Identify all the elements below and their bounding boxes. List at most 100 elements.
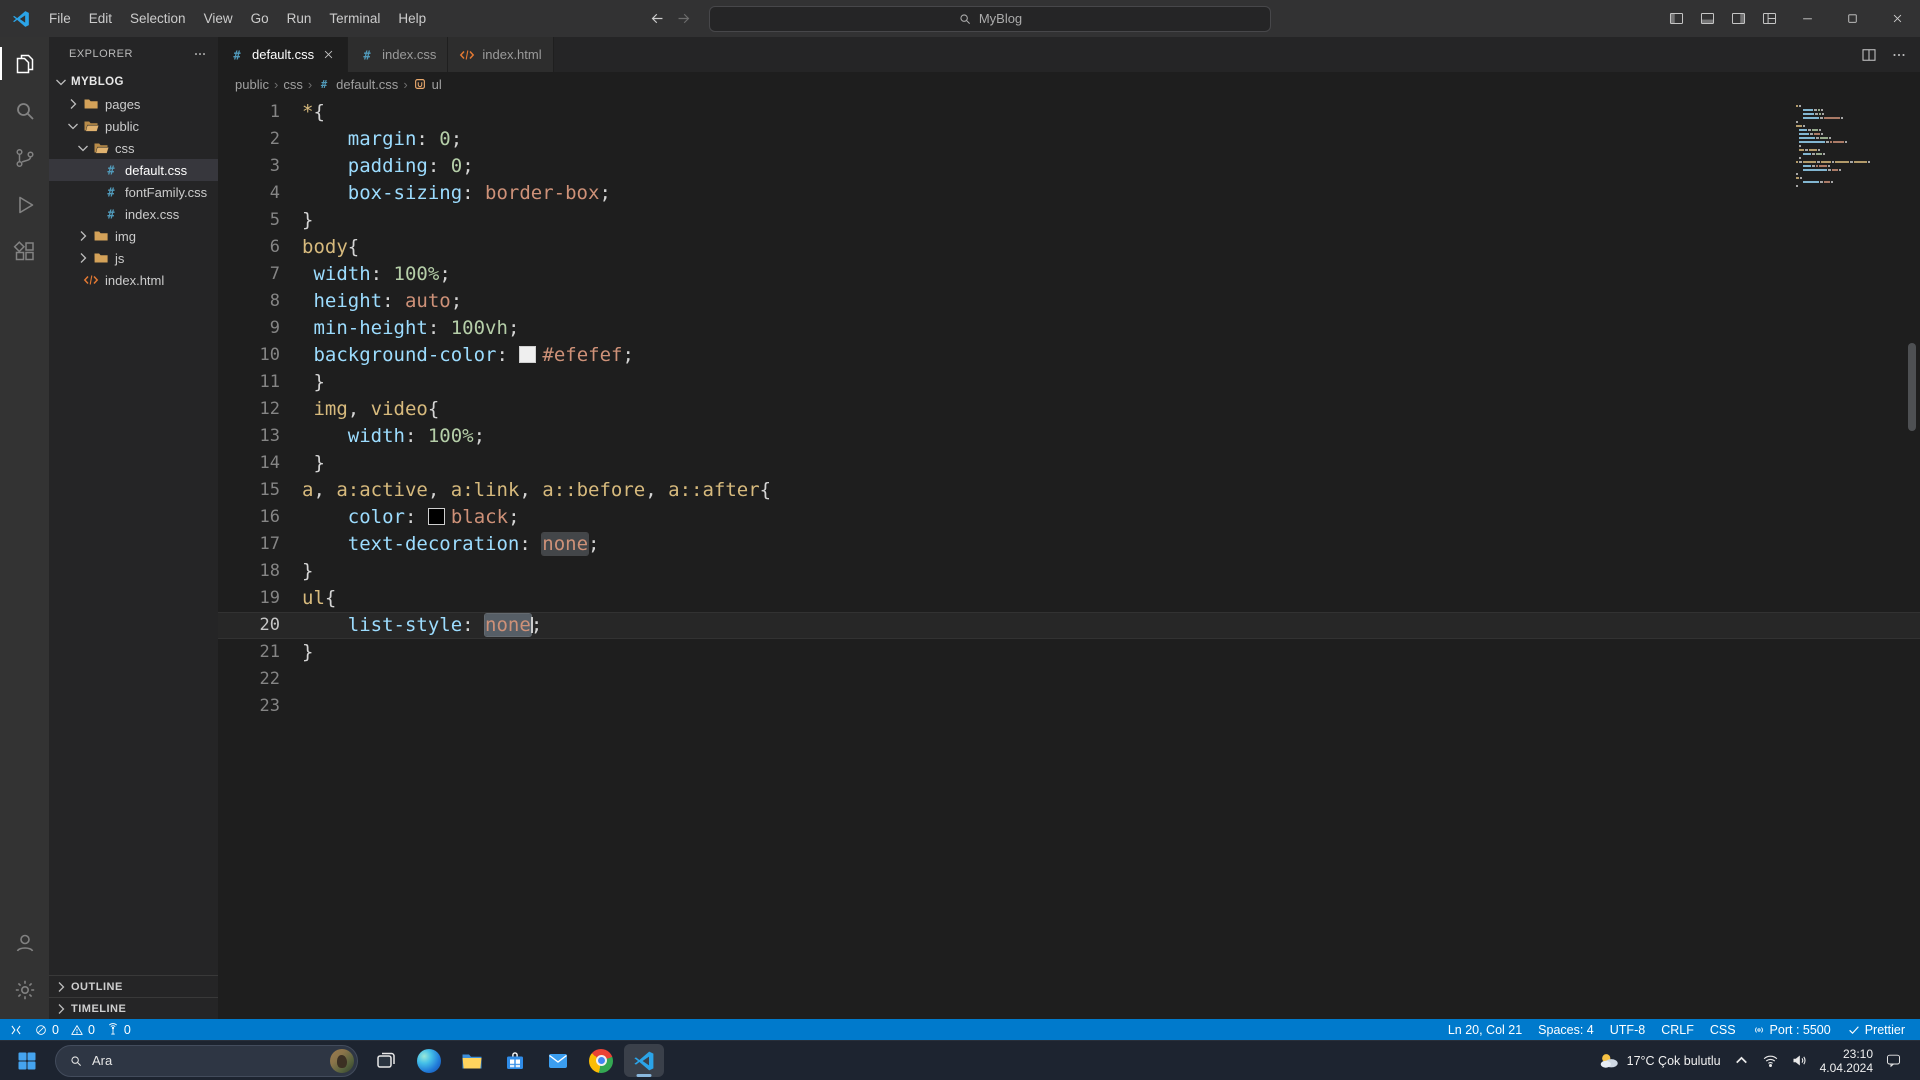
minimap[interactable] (1796, 105, 1870, 197)
back-arrow-icon[interactable] (649, 10, 666, 27)
menu-view[interactable]: View (195, 0, 242, 37)
code-line-7[interactable]: 7 width: 100%; (218, 261, 1920, 288)
taskbar-microsoft-store[interactable] (495, 1044, 535, 1077)
code-line-10[interactable]: 10 background-color: #efefef; (218, 342, 1920, 369)
forward-arrow-icon[interactable] (675, 10, 692, 27)
hidden-icons-chevron[interactable] (1733, 1052, 1750, 1069)
code-line-15[interactable]: 15 a, a:active, a:link, a::before, a::aft… (218, 477, 1920, 504)
timeline-section[interactable]: TIMELINE (49, 997, 218, 1019)
start-button[interactable] (7, 1044, 47, 1077)
project-root[interactable]: MYBLOG (49, 71, 218, 93)
search-highlight-image[interactable] (330, 1048, 354, 1073)
activity-search[interactable] (0, 87, 49, 134)
scrollbar-slider[interactable] (1908, 343, 1916, 431)
wifi-icon[interactable] (1762, 1052, 1779, 1069)
minimize-button[interactable] (1785, 0, 1830, 37)
menu-help[interactable]: Help (389, 0, 435, 37)
code-line-11[interactable]: 11 } (218, 369, 1920, 396)
breadcrumb-item-ul[interactable]: ul (413, 77, 442, 92)
breadcrumb-item-default-css[interactable]: # default.css (317, 77, 398, 92)
code-line-22[interactable]: 22 (218, 666, 1920, 693)
code-area[interactable]: 1 *{2 margin: 0; 3 padding: 0; 4 box-sizing… (218, 96, 1920, 1019)
code-line-20[interactable]: 20 list-style: none; (218, 612, 1920, 639)
tree-item-img[interactable]: img (49, 225, 218, 247)
status-eol[interactable]: CRLF (1661, 1023, 1694, 1037)
toggle-secondary-sidebar-icon[interactable] (1723, 0, 1754, 37)
code-line-6[interactable]: 6 body{ (218, 234, 1920, 261)
code-line-5[interactable]: 5} (218, 207, 1920, 234)
taskbar-mail[interactable] (538, 1044, 578, 1077)
code-line-14[interactable]: 14 } (218, 450, 1920, 477)
tab-index-html[interactable]: index.html (448, 37, 554, 72)
taskbar-clock[interactable]: 23:10 4.04.2024 (1820, 1047, 1873, 1075)
explorer-more-icon[interactable] (192, 46, 208, 62)
menu-run[interactable]: Run (278, 0, 321, 37)
notification-icon[interactable] (1885, 1052, 1902, 1069)
taskbar-task-view[interactable] (366, 1044, 406, 1077)
taskbar-chrome[interactable] (581, 1044, 621, 1077)
taskbar-edge[interactable] (409, 1044, 449, 1077)
menu-selection[interactable]: Selection (121, 0, 195, 37)
code-line-3[interactable]: 3 padding: 0; (218, 153, 1920, 180)
volume-icon[interactable] (1791, 1052, 1808, 1069)
close-tab-icon[interactable] (321, 47, 336, 62)
code-line-9[interactable]: 9 min-height: 100vh; (218, 315, 1920, 342)
tab-index-css[interactable]: # index.css (348, 37, 449, 72)
status-live-server-port[interactable]: Port : 5500 (1752, 1023, 1831, 1037)
tree-item-css[interactable]: css (49, 137, 218, 159)
menu-file[interactable]: File (40, 0, 80, 37)
code-line-18[interactable]: 18} (218, 558, 1920, 585)
tree-item-index-css[interactable]: # index.css (49, 203, 218, 225)
close-button[interactable] (1875, 0, 1920, 37)
activity-source-control[interactable] (0, 134, 49, 181)
tab-default-css[interactable]: # default.css (218, 37, 349, 72)
code-line-17[interactable]: 17 text-decoration: none; (218, 531, 1920, 558)
code-line-23[interactable]: 23 (218, 693, 1920, 720)
tree-item-default-css[interactable]: # default.css (49, 159, 218, 181)
status-encoding[interactable]: UTF-8 (1610, 1023, 1645, 1037)
taskbar-vscode[interactable] (624, 1044, 664, 1077)
status-errors[interactable]: 0 (34, 1023, 59, 1037)
activity-settings[interactable] (0, 966, 49, 1013)
status-prettier[interactable]: Prettier (1847, 1023, 1905, 1037)
status-indentation[interactable]: Spaces: 4 (1538, 1023, 1594, 1037)
status-ports[interactable]: 0 (106, 1023, 131, 1037)
tree-item-public[interactable]: public (49, 115, 218, 137)
code-line-2[interactable]: 2 margin: 0; (218, 126, 1920, 153)
activity-explorer[interactable] (0, 40, 49, 87)
tree-item-pages[interactable]: pages (49, 93, 218, 115)
outline-section[interactable]: OUTLINE (49, 975, 218, 997)
code-line-1[interactable]: 1 *{ (218, 99, 1920, 126)
code-line-16[interactable]: 16 color: black; (218, 504, 1920, 531)
status-language-mode[interactable]: CSS (1710, 1023, 1736, 1037)
code-line-19[interactable]: 19 ul{ (218, 585, 1920, 612)
activity-extensions[interactable] (0, 228, 49, 275)
tree-item-js[interactable]: js (49, 247, 218, 269)
weather-widget[interactable]: 17°C Çok bulutlu (1598, 1050, 1721, 1072)
tree-item-index-html[interactable]: index.html (49, 269, 218, 291)
status-warnings[interactable]: 0 (70, 1023, 95, 1037)
command-center-search[interactable]: MyBlog (709, 5, 1271, 32)
menu-terminal[interactable]: Terminal (320, 0, 389, 37)
code-line-8[interactable]: 8 height: auto; (218, 288, 1920, 315)
code-line-4[interactable]: 4 box-sizing: border-box; (218, 180, 1920, 207)
activity-run-and-debug[interactable] (0, 181, 49, 228)
toggle-sidebar-icon[interactable] (1661, 0, 1692, 37)
breadcrumb-item-css[interactable]: css (283, 77, 303, 92)
menu-go[interactable]: Go (242, 0, 278, 37)
code-line-13[interactable]: 13 width: 100%; (218, 423, 1920, 450)
breadcrumb-item-public[interactable]: public (235, 77, 269, 92)
status-cursor-position[interactable]: Ln 20, Col 21 (1448, 1023, 1522, 1037)
activity-accounts[interactable] (0, 919, 49, 966)
code-line-12[interactable]: 12 img, video{ (218, 396, 1920, 423)
customize-layout-icon[interactable] (1754, 0, 1785, 37)
split-editor-icon[interactable] (1860, 46, 1878, 64)
taskbar-search[interactable]: Ara (55, 1044, 358, 1077)
code-line-21[interactable]: 21} (218, 639, 1920, 666)
tree-item-fontfamily-css[interactable]: # fontFamily.css (49, 181, 218, 203)
more-actions-icon[interactable] (1890, 46, 1908, 64)
toggle-panel-icon[interactable] (1692, 0, 1723, 37)
taskbar-file-explorer[interactable] (452, 1044, 492, 1077)
status-remote[interactable] (9, 1023, 23, 1037)
menu-edit[interactable]: Edit (80, 0, 121, 37)
